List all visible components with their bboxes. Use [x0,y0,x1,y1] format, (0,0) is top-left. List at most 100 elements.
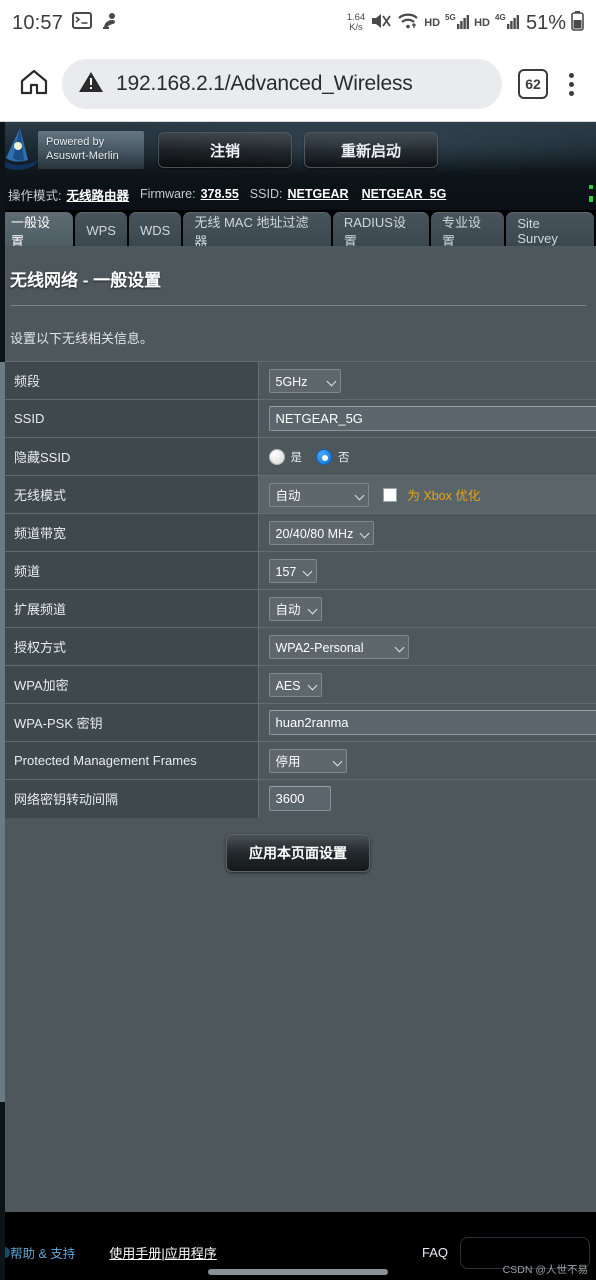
url-bar[interactable]: 192.168.2.1/Advanced_Wireless [62,59,502,109]
hide-ssid-label-no: 否 [338,451,350,464]
svg-text:4G: 4G [495,13,506,22]
tab-general[interactable]: 一般设置 [0,212,74,249]
manual-link[interactable]: 使用手册 [109,1246,161,1261]
wifi-icon [397,11,419,35]
help-support-link[interactable]: 帮助 & 支持 [10,1243,75,1262]
terminal-icon [72,12,93,34]
tab-professional[interactable]: 专业设置 [431,212,505,249]
ssid-value-2g[interactable]: NETGEAR [287,187,348,201]
band-select[interactable]: 5GHz [268,368,341,393]
volume-mute-icon [370,11,392,36]
android-status-bar: 10:57 1.64 K/s HD 5G HD 4G 51% [0,0,596,46]
tab-radius[interactable]: RADIUS设置 [332,212,430,249]
status-bar-left: 10:57 [12,12,119,35]
cell-rotation-interval [258,779,596,818]
ssid-value-5g[interactable]: NETGEAR_5G [362,187,447,201]
not-secure-warning-icon[interactable] [78,70,104,99]
page-left-rail [0,122,5,1280]
signal-5g-icon: 5G [445,12,470,35]
wireless-mode-select-wrap[interactable]: 自动 [268,482,369,507]
band-select-wrap[interactable]: 5GHz [268,368,341,393]
pmf-select-wrap[interactable]: 停用 [268,748,347,773]
label-hide-ssid: 隐藏SSID [0,437,259,476]
ssid-input[interactable] [268,406,596,431]
label-ext-channel: 扩展频道 [0,589,259,628]
tab-underline [0,246,596,248]
label-channel-bandwidth: 频道带宽 [0,513,259,552]
channel-select[interactable]: 157 [268,558,318,583]
tab-wps[interactable]: WPS [75,212,127,248]
table-row: 无线模式 自动 为 Xbox 优化 [0,475,596,514]
auth-method-select[interactable]: WPA2-Personal [268,634,409,659]
title-divider [10,305,586,306]
firmware-value[interactable]: 378.55 [201,187,239,201]
cell-channel-bandwidth: 20/40/80 MHz [258,513,596,552]
hide-ssid-radio-group: 是 否 [268,448,596,465]
faq-link[interactable]: FAQ [422,1245,448,1260]
scroll-position-marker [0,362,5,1102]
router-info-bar: 操作模式: 无线路由器 Firmware: 378.55 SSID: NETGE… [0,178,596,210]
table-row: WPA-PSK 密钥 [0,703,596,742]
battery-icon [571,10,584,36]
label-band: 频段 [0,361,259,400]
android-nav-pill[interactable] [208,1269,388,1275]
cell-pmf: 停用 [258,741,596,780]
wireless-mode-select[interactable]: 自动 [268,482,369,507]
channel-select-wrap[interactable]: 157 [268,558,318,583]
reboot-button[interactable]: 重新启动 [304,132,438,168]
overflow-menu-icon[interactable] [558,72,584,96]
apply-settings-button[interactable]: 应用本页面设置 [226,833,370,872]
cell-wpa-encryption: AES [258,665,596,704]
tab-wds[interactable]: WDS [128,212,182,248]
hide-ssid-radio-no[interactable] [316,448,332,465]
ext-channel-select-wrap[interactable]: 自动 [268,596,322,621]
xbox-optimized-label: 为 Xbox 优化 [407,489,481,503]
table-row: 频段 5GHz [0,361,596,400]
page-description: 设置以下无线相关信息。 [0,316,596,361]
browser-toolbar: 192.168.2.1/Advanced_Wireless 62 [0,46,596,122]
tab-counter-button[interactable]: 62 [518,69,548,99]
xbox-optimized-checkbox[interactable] [382,487,397,502]
data-rate-indicator: 1.64 K/s [346,12,366,33]
page-title: 无线网络 - 一般设置 [10,271,162,290]
signal-4g-icon: 4G [495,12,519,35]
table-row: 扩展频道 自动 [0,589,596,628]
channel-bandwidth-select[interactable]: 20/40/80 MHz [268,520,375,545]
app-icon [101,12,119,35]
table-row: WPA加密 AES [0,665,596,704]
page-title-block: 无线网络 - 一般设置 [0,248,596,316]
operation-mode-value[interactable]: 无线路由器 [66,185,129,204]
hide-ssid-radio-yes[interactable] [268,448,285,465]
cell-auth-method: WPA2-Personal [258,627,596,666]
cell-ssid [258,399,596,438]
router-admin-page: Powered by Asuswrt-Merlin 注销 重新启动 操作模式: … [0,122,596,1280]
table-row: 频道带宽 20/40/80 MHz [0,513,596,552]
apply-button-container: 应用本页面设置 [0,817,596,890]
table-row: SSID [0,399,596,438]
ext-channel-select[interactable]: 自动 [268,596,322,621]
label-wpa-psk: WPA-PSK 密钥 [0,703,259,742]
label-channel: 频道 [0,551,259,590]
auth-method-select-wrap[interactable]: WPA2-Personal [268,634,409,659]
table-row: 授权方式 WPA2-Personal [0,627,596,666]
status-led-1 [589,185,593,189]
wpa-encryption-select[interactable]: AES [268,672,322,697]
home-button[interactable] [12,62,56,106]
wpa-psk-input[interactable] [268,710,596,735]
logout-button[interactable]: 注销 [158,132,292,168]
tab-site-survey[interactable]: Site Survey [506,212,595,248]
apps-link[interactable]: 应用程序 [165,1246,217,1261]
tab-mac-filter[interactable]: 无线 MAC 地址过滤器 [183,212,331,249]
label-pmf: Protected Management Frames [0,741,259,780]
table-row: Protected Management Frames 停用 [0,741,596,780]
wpa-encryption-select-wrap[interactable]: AES [268,672,322,697]
rotation-interval-input[interactable] [268,786,331,812]
label-wpa-encryption: WPA加密 [0,665,259,704]
router-top-bar: Powered by Asuswrt-Merlin 注销 重新启动 [0,122,596,178]
pmf-select[interactable]: 停用 [268,748,347,773]
label-auth-method: 授权方式 [0,627,259,666]
home-icon [19,68,49,101]
hide-ssid-label-yes: 是 [290,451,303,464]
channel-bandwidth-select-wrap[interactable]: 20/40/80 MHz [268,520,375,545]
cell-wireless-mode: 自动 为 Xbox 优化 [258,475,596,514]
